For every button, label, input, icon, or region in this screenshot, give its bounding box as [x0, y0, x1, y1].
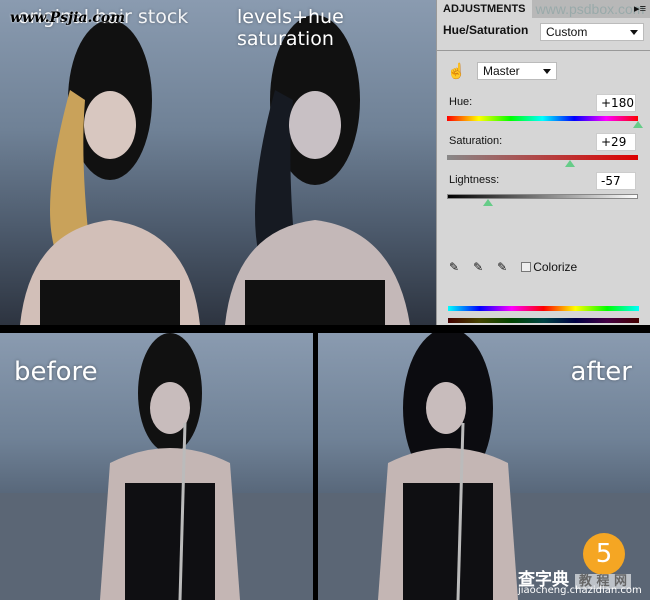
preset-select[interactable]: Custom	[540, 23, 644, 41]
eyedropper-subtract-icon[interactable]: ✎	[497, 260, 507, 274]
panel-title: Hue/Saturation	[443, 23, 529, 37]
original-photo: original hair stock www.Psjia.com	[0, 0, 215, 325]
channel-select[interactable]: Master	[477, 62, 557, 80]
after-photo: after 5 查字典 教 程 网 jiaocheng.chazidian.co…	[318, 333, 650, 600]
before-photo: before	[0, 333, 313, 600]
hue-slider-thumb[interactable]	[633, 121, 643, 128]
targeted-adjustment-hand-icon[interactable]: ☝	[447, 62, 466, 80]
watermark-psjia: www.Psjia.com	[10, 10, 126, 26]
spectrum-bar-bottom	[448, 318, 639, 323]
caption-before: before	[14, 357, 98, 387]
colorize-checkbox[interactable]	[521, 262, 532, 272]
caption-after: after	[570, 357, 632, 387]
lightness-value[interactable]: -57	[596, 172, 636, 190]
levels-photo: levels+hue saturation	[215, 0, 436, 325]
channel-value: Master	[483, 64, 520, 78]
caption-levels: levels+hue saturation	[237, 6, 344, 50]
saturation-value[interactable]: +29	[596, 133, 636, 151]
eyedropper-icon[interactable]: ✎	[449, 260, 459, 274]
saturation-slider-thumb[interactable]	[565, 160, 576, 167]
adjustments-panel: ADJUSTMENTS www.psdbox.com ▸≡ Hue/Saturat…	[436, 0, 650, 325]
hue-slider[interactable]	[447, 116, 638, 121]
hue-value[interactable]: +180	[596, 94, 636, 112]
preset-value: Custom	[546, 25, 588, 39]
adjustments-tab[interactable]: ADJUSTMENTS	[437, 0, 532, 18]
eyedropper-add-icon[interactable]: ✎	[473, 260, 483, 274]
psdbox-watermark: www.psdbox.com	[535, 1, 645, 17]
footer-url: jiaocheng.chazidian.com	[518, 585, 642, 596]
lightness-label: Lightness:	[449, 174, 500, 186]
colorize-label: Colorize	[533, 260, 578, 274]
lightness-slider[interactable]	[447, 194, 638, 199]
hue-label: Hue:	[449, 96, 473, 108]
panel-menu-icon[interactable]: ▸≡	[634, 2, 646, 15]
spectrum-bar-top	[448, 306, 639, 311]
saturation-slider[interactable]	[447, 155, 638, 160]
saturation-label: Saturation:	[449, 135, 503, 147]
lightness-slider-thumb[interactable]	[483, 199, 494, 206]
